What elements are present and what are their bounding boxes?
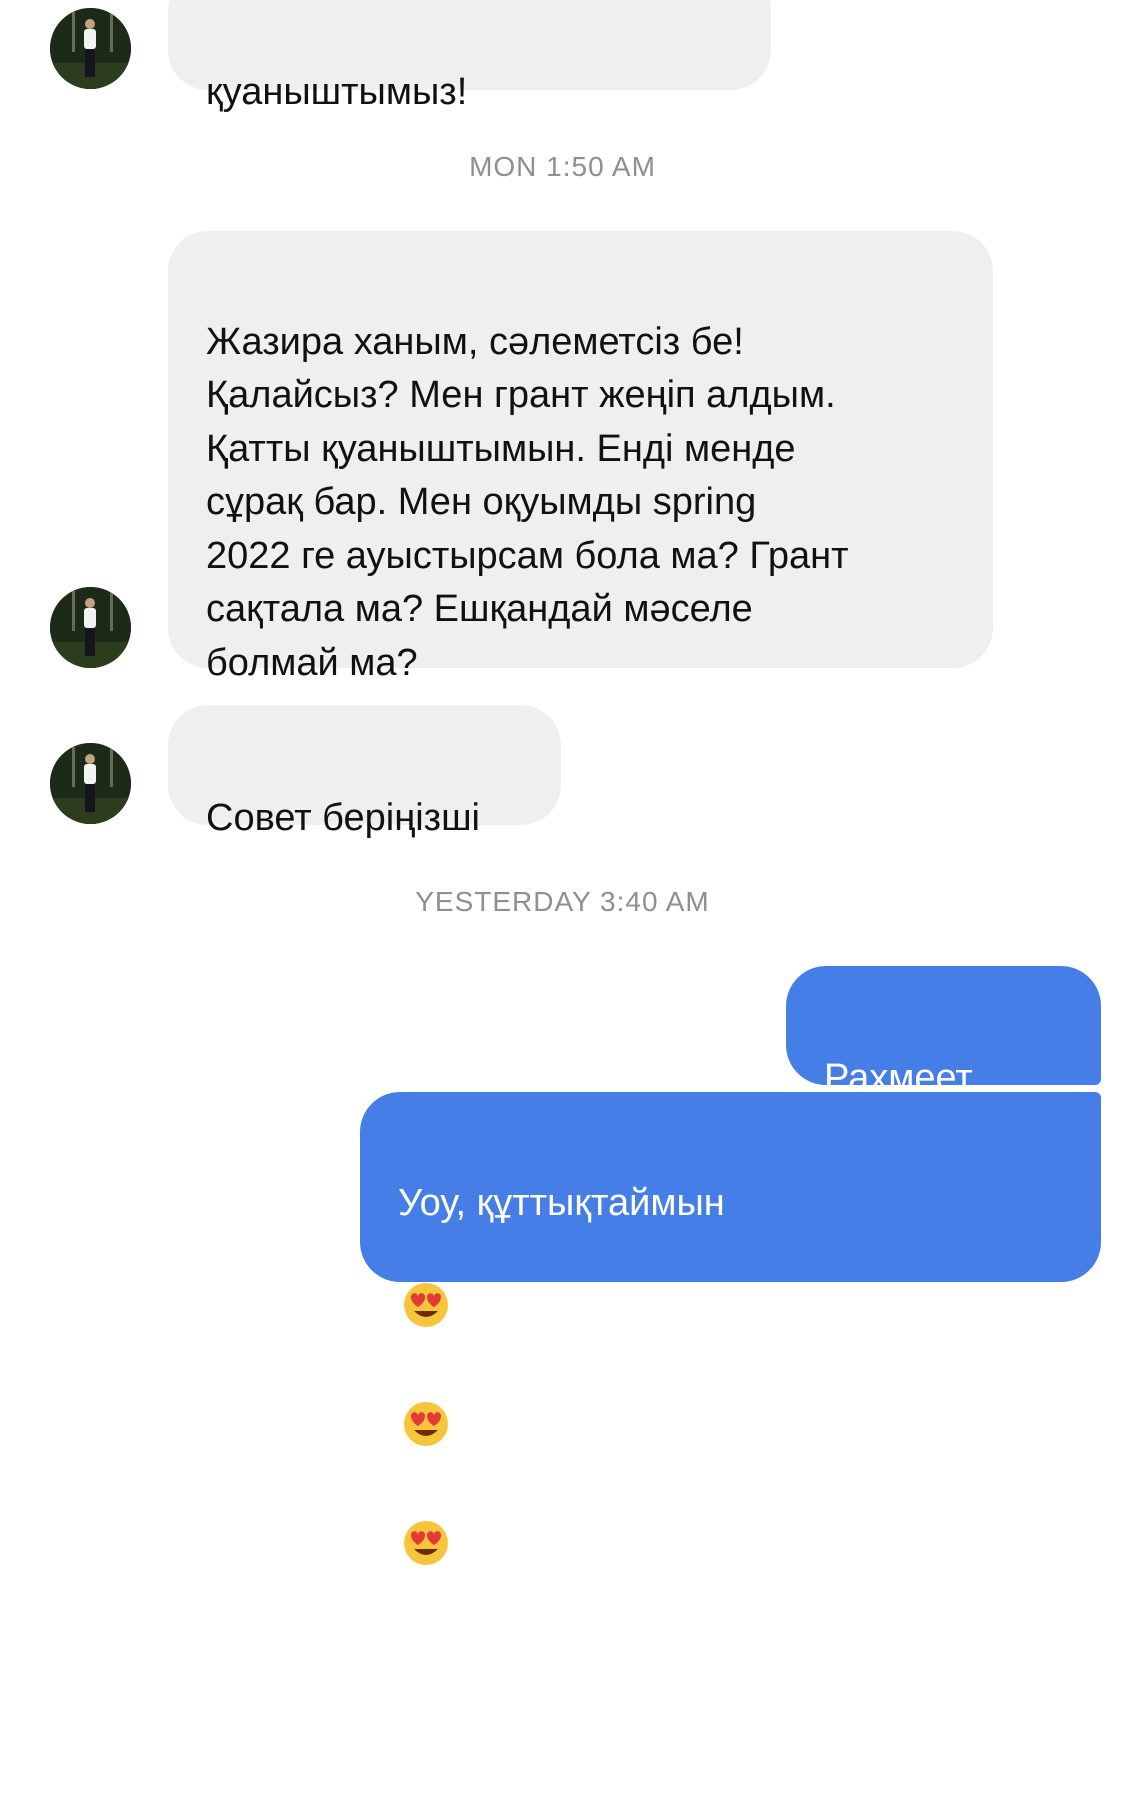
message-text: Жазира ханым, сәлеметсіз бе! Қалайсыз? М… <box>206 320 849 684</box>
timestamp: YESTERDAY 3:40 AM <box>415 886 710 917</box>
sender-avatar[interactable] <box>50 587 131 668</box>
message-text-part: Уоу, құттықтаймын <box>398 1181 725 1224</box>
sender-avatar[interactable] <box>50 8 131 89</box>
message-text-part: қуаныштымын!!! <box>398 1752 684 1795</box>
message-text: қуаныштымыз! <box>206 70 468 113</box>
heart-eyes-icon <box>401 1226 451 1345</box>
message-bubble-outgoing[interactable]: Уоу, құттықтаймын өте қуаныштымын!!! <box>360 1092 1101 1795</box>
heart-eyes-icon <box>401 1345 451 1464</box>
message-bubble-incoming[interactable]: Совет беріңізші <box>168 705 561 839</box>
message-text-part: өте <box>398 1592 458 1634</box>
message-bubble-incoming[interactable]: қуаныштымыз! <box>168 0 771 113</box>
message-bubble-incoming[interactable]: Жазира ханым, сәлеметсіз бе! Қалайсыз? М… <box>168 231 993 684</box>
heart-eyes-icon <box>401 1464 451 1583</box>
sender-avatar[interactable] <box>50 743 131 824</box>
timestamp: MON 1:50 AM <box>469 151 656 182</box>
message-text: Совет беріңізші <box>206 796 480 839</box>
message-bubble-outgoing[interactable]: Рахмеет <box>786 966 1101 1206</box>
